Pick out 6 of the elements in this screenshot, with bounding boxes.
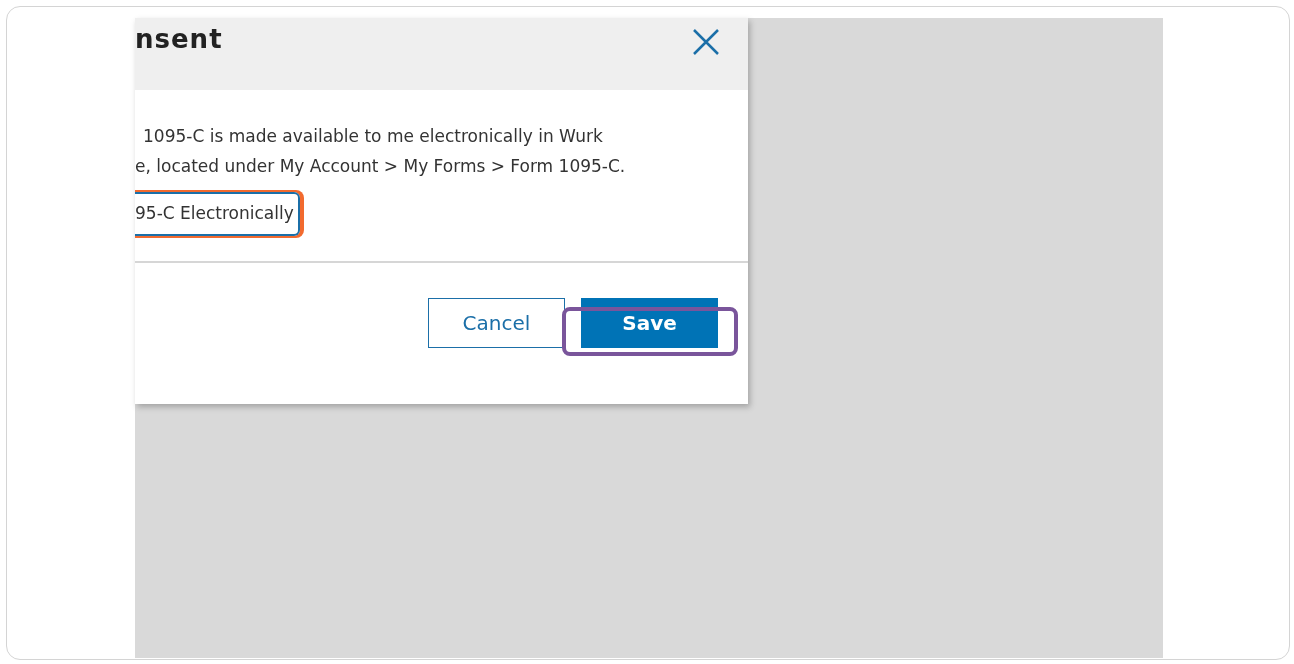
- cancel-button[interactable]: Cancel: [428, 298, 565, 348]
- dialog-title: nsent: [135, 23, 223, 56]
- body-text: 1095-C is made available to me electronically in Wurk: [142, 125, 604, 148]
- body-text: e, located under My Account > My Forms > Form 1095-C.: [135, 155, 627, 178]
- close-icon[interactable]: [692, 28, 720, 56]
- save-button[interactable]: Save: [581, 298, 718, 348]
